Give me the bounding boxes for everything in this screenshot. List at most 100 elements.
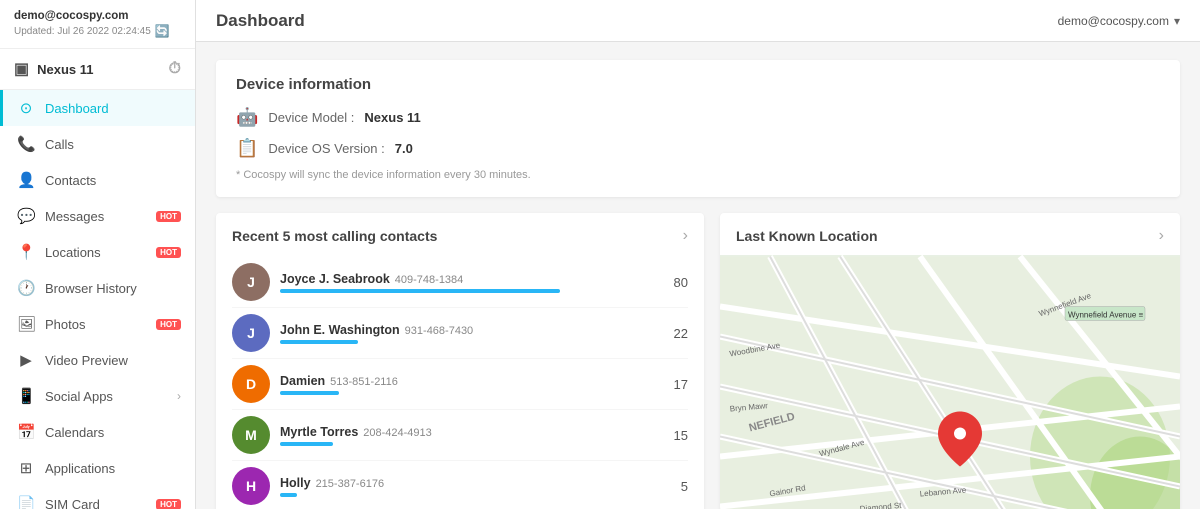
sidebar-item-photos[interactable]: 🖼PhotosHOT [0,306,195,342]
device-item[interactable]: ▣ Nexus 11 ⏱ [0,49,195,90]
sidebar-item-contacts[interactable]: 👤 Contacts [0,162,195,198]
sidebar-item-label-contacts: Contacts [45,173,181,188]
sidebar-item-label-browser-history: Browser History [45,281,181,296]
sidebar-item-label-applications: Applications [45,461,181,476]
contact-name: Holly [280,476,311,490]
android-icon: 🤖 [236,107,258,128]
sidebar-email: demo@cocospy.com [14,10,181,22]
sidebar-header: demo@cocospy.com Updated: Jul 26 2022 02… [0,0,195,49]
sidebar-item-browser-history[interactable]: 🕐Browser History [0,270,195,306]
calling-panel-arrow[interactable]: › [683,227,688,245]
sidebar-item-sim-card[interactable]: 📄 SIM Card HOT [0,486,195,509]
topbar-right: demo@cocospy.com ▾ [1058,14,1180,28]
hot-badge-sim-card: HOT [156,499,181,509]
contact-phone: 409-748-1384 [395,274,464,286]
device-settings-icon[interactable]: ⏱ [169,60,181,78]
contact-count: 5 [666,479,688,494]
sidebar-item-social-apps[interactable]: 📱 Social Apps › [0,378,195,414]
svg-text:Wynnefield Avenue ≡: Wynnefield Avenue ≡ [1068,311,1143,320]
calls-icon: 📞 [17,135,35,153]
contact-row: H Holly 215-387-6176 5 [232,461,688,509]
locations-icon: 📍 [17,243,35,261]
contact-name: John E. Washington [280,323,400,337]
photos-icon: 🖼 [17,315,35,333]
calendar-icon: 📋 [236,138,258,159]
hot-badge-messages: HOT [156,211,181,222]
contacts-list: J Joyce J. Seabrook 409-748-1384 80 J John E.… [232,257,688,509]
contact-info: Holly 215-387-6176 [280,475,656,497]
sidebar-item-label-video-preview: Video Preview [45,353,181,368]
device-info-card: Device information 🤖 Device Model : Nexu… [216,60,1180,197]
contact-count: 15 [666,428,688,443]
contact-info: Damien513-851-2116 [280,373,656,395]
map-panel-header: Last Known Location › [720,213,1180,255]
topbar-chevron-icon[interactable]: ▾ [1174,14,1180,28]
sidebar-item-label-calendars: Calendars [45,425,181,440]
sidebar-item-calls[interactable]: 📞 Calls [0,126,195,162]
device-model-label: Device Model : [268,110,354,125]
avatar: M [232,416,270,454]
contact-row: J Joyce J. Seabrook 409-748-1384 80 [232,257,688,308]
sidebar-item-label-calls: Calls [45,137,181,152]
topbar: Dashboard demo@cocospy.com ▾ [196,0,1200,42]
sidebar-item-applications[interactable]: ⊞ Applications [0,450,195,486]
main-area: Dashboard demo@cocospy.com ▾ Device info… [196,0,1200,509]
calling-panel-title: Recent 5 most calling contacts [232,228,437,244]
tablet-icon: ▣ [14,59,29,79]
contact-info: Myrtle Torres 208-424-4913 [280,424,656,446]
map-panel-arrow[interactable]: › [1159,227,1164,245]
device-info-title: Device information [236,76,1160,93]
bottom-panels: Recent 5 most calling contacts › J Joyce … [216,213,1180,509]
contact-name: Myrtle Torres [280,425,358,439]
device-os-row: 📋 Device OS Version : 7.0 [236,138,1160,159]
sidebar-item-messages[interactable]: 💬MessagesHOT [0,198,195,234]
calling-panel-header: Recent 5 most calling contacts › [232,227,688,245]
avatar: H [232,467,270,505]
sidebar-item-label-photos: Photos [45,317,143,332]
sim-card-icon: 📄 [17,495,35,509]
call-bar [280,391,339,395]
contact-count: 80 [666,275,688,290]
contact-name: Joyce J. Seabrook [280,272,390,286]
contact-row: DDamien513-851-211617 [232,359,688,410]
contact-phone: 931-468-7430 [405,325,474,337]
sidebar-item-label-locations: Locations [45,245,143,260]
avatar: J [232,314,270,352]
sidebar-item-locations[interactable]: 📍LocationsHOT [0,234,195,270]
social-apps-icon: 📱 [17,387,35,405]
sidebar-item-calendars[interactable]: 📅 Calendars [0,414,195,450]
sidebar-item-label-sim-card: SIM Card [45,497,143,509]
contact-row: M Myrtle Torres 208-424-4913 15 [232,410,688,461]
sidebar-item-dashboard[interactable]: ⊙ Dashboard [0,90,195,126]
avatar: J [232,263,270,301]
contacts-icon: 👤 [17,171,35,189]
map-container[interactable]: Wynnefield Ave Woodbine Ave Bryn Mawr Wy… [720,255,1180,509]
calendars-icon: 📅 [17,423,35,441]
sidebar-item-video-preview[interactable]: ▶ Video Preview [0,342,195,378]
sidebar-nav: ⊙ Dashboard 📞 Calls 👤 Contacts 💬MessagesHOT 📍 Lo… [0,90,195,509]
sidebar-item-label-dashboard: Dashboard [45,101,181,116]
contact-phone: 208-424-4913 [363,427,432,439]
contact-info: John E. Washington 931-468-7430 [280,322,656,344]
sidebar-item-label-social-apps: Social Apps [45,389,167,404]
chevron-icon-social-apps: › [177,389,181,403]
dashboard-icon: ⊙ [17,99,35,117]
device-name: Nexus 11 [37,62,93,77]
contact-count: 17 [666,377,688,392]
device-model-row: 🤖 Device Model : Nexus 11 [236,107,1160,128]
device-os-label: Device OS Version : [268,141,384,156]
call-bar [280,493,297,497]
sidebar: demo@cocospy.com Updated: Jul 26 2022 02… [0,0,196,509]
contact-phone: 513-851-2116 [330,376,398,388]
contact-phone: 215-387-6176 [316,478,385,490]
map-panel: Last Known Location › [720,213,1180,509]
video-preview-icon: ▶ [17,351,35,369]
applications-icon: ⊞ [17,459,35,477]
sidebar-updated: Updated: Jul 26 2022 02:24:45 🔄 [14,24,181,38]
contact-row: J John E. Washington 931-468-7430 22 [232,308,688,359]
refresh-icon[interactable]: 🔄 [155,24,170,38]
topbar-user-email: demo@cocospy.com [1058,14,1169,28]
contact-count: 22 [666,326,688,341]
device-os-value: 7.0 [395,141,413,156]
calling-panel: Recent 5 most calling contacts › J Joyce … [216,213,704,509]
